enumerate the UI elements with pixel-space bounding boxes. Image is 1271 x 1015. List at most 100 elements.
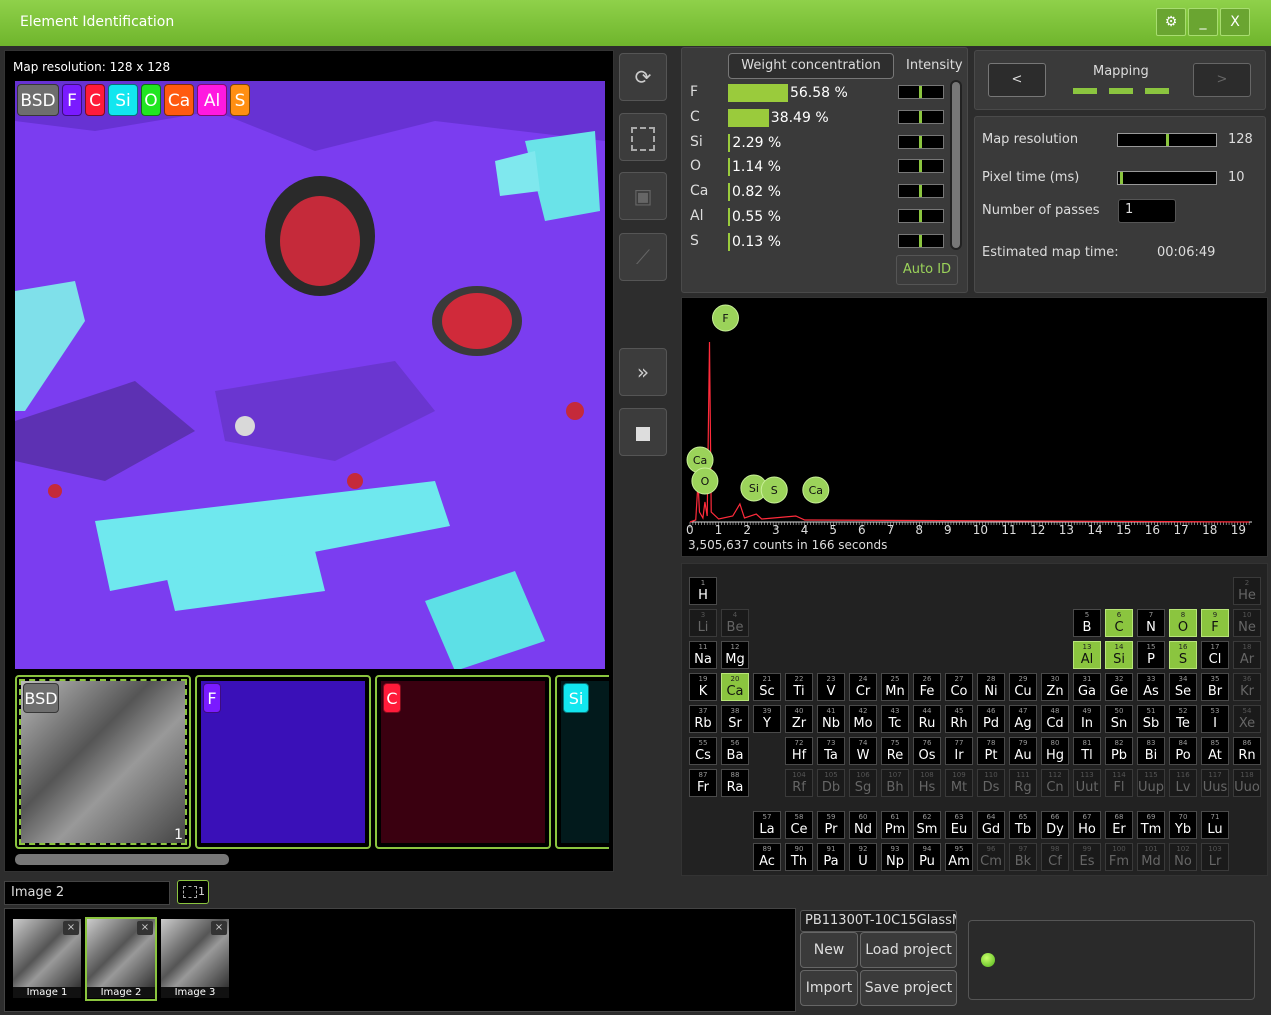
element-at[interactable]: 85 At [1201,737,1229,765]
element-fl[interactable]: 114 Fl [1105,769,1133,797]
stop-button[interactable] [619,408,667,456]
select-region-button[interactable] [619,113,667,161]
element-mo[interactable]: 42 Mo [849,705,877,733]
element-ge[interactable]: 32 Ge [1105,673,1133,701]
element-uup[interactable]: 115 Uup [1137,769,1165,797]
close-button[interactable]: X [1220,8,1250,36]
element-ta[interactable]: 73 Ta [817,737,845,765]
element-zr[interactable]: 40 Zr [785,705,813,733]
element-rh[interactable]: 45 Rh [945,705,973,733]
element-db[interactable]: 105 Db [817,769,845,797]
project-name-field[interactable]: PB11300T-10C15GlassMe [800,910,957,932]
element-sc[interactable]: 21 Sc [753,673,781,701]
element-h[interactable]: 1H [689,577,717,605]
element-pb[interactable]: 82 Pb [1105,737,1133,765]
element-sr[interactable]: 38 Sr [721,705,749,733]
gallery-close-button[interactable]: × [63,921,79,935]
element-pd[interactable]: 46 Pd [977,705,1005,733]
number-of-passes-input[interactable]: 1 [1118,199,1176,223]
element-uus[interactable]: 117 Uus [1201,769,1229,797]
element-er[interactable]: 68 Er [1105,811,1133,839]
element-thumbnail-si[interactable]: Si [555,675,609,849]
element-md[interactable]: 101 Md [1137,843,1165,871]
element-u[interactable]: 92 U [849,843,877,871]
element-be[interactable]: 4 Be [721,609,749,637]
element-b[interactable]: 5B [1073,609,1101,637]
crop-button[interactable]: ▣ [619,172,667,220]
element-am[interactable]: 95 Am [945,843,973,871]
element-ni[interactable]: 28 Ni [977,673,1005,701]
element-mn[interactable]: 25 Mn [881,673,909,701]
acquire-button[interactable]: » [619,348,667,396]
element-li[interactable]: 3 Li [689,609,717,637]
element-ar[interactable]: 18 Ar [1233,641,1261,669]
element-gd[interactable]: 64 Gd [977,811,1005,839]
map-tag-c[interactable]: C [85,84,105,116]
element-rn[interactable]: 86 Rn [1233,737,1261,765]
peak-label-s[interactable]: S [760,476,788,504]
map-tag-ca[interactable]: Ca [164,84,194,116]
element-w[interactable]: 74 W [849,737,877,765]
element-co[interactable]: 27 Co [945,673,973,701]
save-project-button[interactable]: Save project [860,970,957,1006]
map-tag-s[interactable]: S [230,84,250,116]
image-name-field[interactable]: Image 2 [4,881,170,905]
element-sn[interactable]: 50 Sn [1105,705,1133,733]
refresh-button[interactable]: ⟳ [619,53,667,101]
element-tb[interactable]: 65 Tb [1009,811,1037,839]
element-ho[interactable]: 67 Ho [1073,811,1101,839]
element-pa[interactable]: 91 Pa [817,843,845,871]
element-lr[interactable]: 103 Lr [1201,843,1229,871]
element-yb[interactable]: 70 Yb [1169,811,1197,839]
element-cu[interactable]: 29 Cu [1009,673,1037,701]
element-sg[interactable]: 106 Sg [849,769,877,797]
element-i[interactable]: 53 I [1201,705,1229,733]
element-fr[interactable]: 87 Fr [689,769,717,797]
peak-label-ca[interactable]: Ca [802,476,830,504]
element-in[interactable]: 49 In [1073,705,1101,733]
element-cf[interactable]: 98 Cf [1041,843,1069,871]
element-o[interactable]: 8O [1169,609,1197,637]
mapping-prev-button[interactable]: < [988,63,1046,97]
element-os[interactable]: 76 Os [913,737,941,765]
element-nd[interactable]: 60 Nd [849,811,877,839]
element-re[interactable]: 75 Re [881,737,909,765]
element-n[interactable]: 7N [1137,609,1165,637]
element-p[interactable]: 15 P [1137,641,1165,669]
element-ce[interactable]: 58 Ce [785,811,813,839]
element-cd[interactable]: 48 Cd [1041,705,1069,733]
element-ga[interactable]: 31 Ga [1073,673,1101,701]
map-tag-bsd[interactable]: BSD [17,84,59,116]
element-mg[interactable]: 12 Mg [721,641,749,669]
element-rg[interactable]: 111 Rg [1009,769,1037,797]
element-hg[interactable]: 80 Hg [1041,737,1069,765]
element-au[interactable]: 79 Au [1009,737,1037,765]
element-tl[interactable]: 81 Tl [1073,737,1101,765]
element-bi[interactable]: 83 Bi [1137,737,1165,765]
element-xe[interactable]: 54 Xe [1233,705,1261,733]
element-ne[interactable]: 10 Ne [1233,609,1261,637]
element-si[interactable]: 14 Si [1105,641,1133,669]
settings-button[interactable]: ⚙ [1156,8,1186,36]
element-se[interactable]: 34 Se [1169,673,1197,701]
element-zn[interactable]: 30 Zn [1041,673,1069,701]
element-thumbnail-f[interactable]: F [195,675,371,849]
element-thumbnail-c[interactable]: C [375,675,551,849]
element-tc[interactable]: 43 Tc [881,705,909,733]
spectrum-chart[interactable]: 0 1 2 3 4 5 6 7 8 9 10 11 12 13 14 15 16 17 18 19FCaOSi S Ca [682,298,1269,558]
auto-id-button[interactable]: Auto ID [896,255,958,285]
map-resolution-slider[interactable] [1117,133,1217,147]
element-th[interactable]: 90 Th [785,843,813,871]
element-sm[interactable]: 62 Sm [913,811,941,839]
element-uuo[interactable]: 118 Uuo [1233,769,1261,797]
gallery-image-3[interactable]: × Image 3 [159,917,231,1001]
element-ra[interactable]: 88 Ra [721,769,749,797]
map-tag-o[interactable]: O [141,84,161,116]
line-tool-button[interactable]: ⟋ [619,233,667,281]
peak-label-o[interactable]: O [691,467,719,495]
map-tag-si[interactable]: Si [108,84,138,116]
pixel-time-slider[interactable] [1117,171,1217,185]
element-ac[interactable]: 89 Ac [753,843,781,871]
element-cr[interactable]: 24 Cr [849,673,877,701]
element-al[interactable]: 13 Al [1073,641,1101,669]
